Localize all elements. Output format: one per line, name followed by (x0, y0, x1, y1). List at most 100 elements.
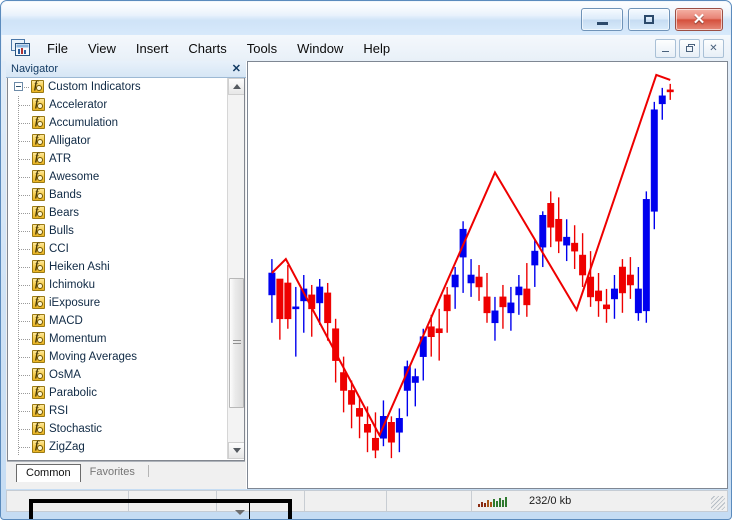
tree-node-label: CCI (49, 243, 69, 255)
signal-bar (481, 501, 483, 507)
menu-item-file[interactable]: File (38, 38, 77, 59)
fx-indicator-icon (32, 349, 45, 363)
chart-panel[interactable] (247, 61, 728, 489)
tree-node-bears[interactable]: Bears (8, 204, 226, 222)
tab-favorites[interactable]: Favorites (81, 464, 144, 481)
tree-node-label: MACD (49, 315, 83, 327)
tree-connector (19, 123, 30, 124)
tree-node-zigzag[interactable]: ZigZag (8, 438, 226, 456)
tree-node-stochastic[interactable]: Stochastic (8, 420, 226, 438)
fx-indicator-icon (32, 241, 45, 255)
tree-node-list: Custom Indicators Accelerator Accumulation… (8, 78, 226, 456)
menu-item-tools[interactable]: Tools (238, 38, 286, 59)
tree-connector (19, 357, 30, 358)
signal-bars-icon (478, 496, 507, 507)
candle-body (491, 310, 499, 324)
tree-node-label: ATR (49, 153, 72, 165)
mdi-minimize-button[interactable] (655, 39, 676, 58)
scroll-down-button[interactable] (228, 442, 244, 459)
tree-node-atr[interactable]: ATR (8, 150, 226, 168)
fx-indicator-icon (32, 187, 45, 201)
fx-indicator-icon (32, 169, 45, 183)
candle-body (435, 328, 443, 334)
status-connection-cell[interactable]: 232/0 kb (472, 491, 592, 511)
zigzag-indicator-line (271, 73, 671, 438)
tree-node-label: Stochastic (49, 423, 103, 435)
scrollbar-grip-icon (232, 340, 241, 346)
menu-item-charts[interactable]: Charts (179, 38, 235, 59)
menu-item-insert[interactable]: Insert (127, 38, 178, 59)
navigator-close-icon[interactable]: ✕ (232, 62, 241, 75)
tree-node-label: Awesome (49, 171, 100, 183)
fx-indicator-icon (32, 151, 45, 165)
tree-connector (19, 177, 30, 178)
navigator-tree[interactable]: Custom Indicators Accelerator Accumulation… (7, 78, 245, 461)
tree-connector (19, 447, 30, 448)
window-titlebar: ✕ (1, 1, 731, 35)
tree-node-label: OsMA (49, 369, 81, 381)
candle-body (595, 290, 603, 302)
tree-node-cci[interactable]: CCI (8, 240, 226, 258)
close-button[interactable]: ✕ (675, 8, 723, 31)
candle-body (650, 109, 658, 212)
tree-connector (19, 195, 30, 196)
client-area: Navigator ✕ Custom Indicators Accelerator… (6, 61, 728, 519)
mdi-restore-icon (686, 43, 695, 52)
signal-bar (502, 499, 504, 507)
candle-body (555, 218, 563, 242)
tree-node-accelerator[interactable]: Accelerator (8, 96, 226, 114)
tree-node-awesome[interactable]: Awesome (8, 168, 226, 186)
scroll-up-button[interactable] (228, 78, 244, 95)
menu-item-window[interactable]: Window (288, 38, 352, 59)
tree-node-accumulation[interactable]: Accumulation (8, 114, 226, 132)
mdi-caption-buttons: ✕ (655, 39, 724, 58)
candle-body (411, 376, 419, 383)
tree-node-parabolic[interactable]: Parabolic (8, 384, 226, 402)
menu-item-help[interactable]: Help (354, 38, 399, 59)
candle-body (475, 276, 483, 288)
resize-grip-icon[interactable] (711, 496, 725, 510)
tree-connector (19, 393, 30, 394)
candle-body (443, 294, 451, 312)
tree-connector (19, 249, 30, 250)
minimize-button[interactable] (581, 8, 623, 31)
collapse-expander-icon[interactable] (14, 82, 23, 91)
candlestick-chart[interactable] (248, 62, 727, 488)
tree-connector (19, 303, 30, 304)
tree-node-label: Parabolic (49, 387, 97, 399)
tree-connector (19, 141, 30, 142)
tree-node-bands[interactable]: Bands (8, 186, 226, 204)
maximize-button[interactable] (628, 8, 670, 31)
tree-node-bulls[interactable]: Bulls (8, 222, 226, 240)
navigator-scrollbar[interactable] (227, 78, 244, 459)
tree-node-alligator[interactable]: Alligator (8, 132, 226, 150)
minimize-icon (596, 21, 608, 25)
tree-node-heiken-ashi[interactable]: Heiken Ashi (8, 258, 226, 276)
tree-node-ichimoku[interactable]: Ichimoku (8, 276, 226, 294)
tree-node-osma[interactable]: OsMA (8, 366, 226, 384)
mdi-restore-button[interactable] (679, 39, 700, 58)
tree-node-iexposure[interactable]: iExposure (8, 294, 226, 312)
tree-node-rsi[interactable]: RSI (8, 402, 226, 420)
scrollbar-thumb[interactable] (229, 278, 244, 408)
tree-node-label: ZigZag (49, 441, 85, 453)
mdi-close-button[interactable]: ✕ (703, 39, 724, 58)
chevron-down-icon (232, 448, 241, 453)
tab-common[interactable]: Common (16, 464, 81, 482)
tree-node-momentum[interactable]: Momentum (8, 330, 226, 348)
tree-node-moving-averages[interactable]: Moving Averages (8, 348, 226, 366)
fx-indicator-icon (31, 79, 44, 93)
tree-node-custom-indicators[interactable]: Custom Indicators (8, 78, 226, 96)
menu-item-view[interactable]: View (79, 38, 125, 59)
tree-connector (19, 231, 30, 232)
candle-body (507, 302, 515, 314)
highlight-divider (249, 502, 250, 519)
candle-body (348, 390, 356, 405)
candle-body (276, 278, 284, 320)
navigator-tabs: Common Favorites (7, 461, 245, 482)
tree-node-macd[interactable]: MACD (8, 312, 226, 330)
fx-indicator-icon (32, 439, 45, 453)
signal-bar (505, 496, 507, 507)
tree-connector (24, 87, 30, 88)
tree-connector (19, 213, 30, 214)
